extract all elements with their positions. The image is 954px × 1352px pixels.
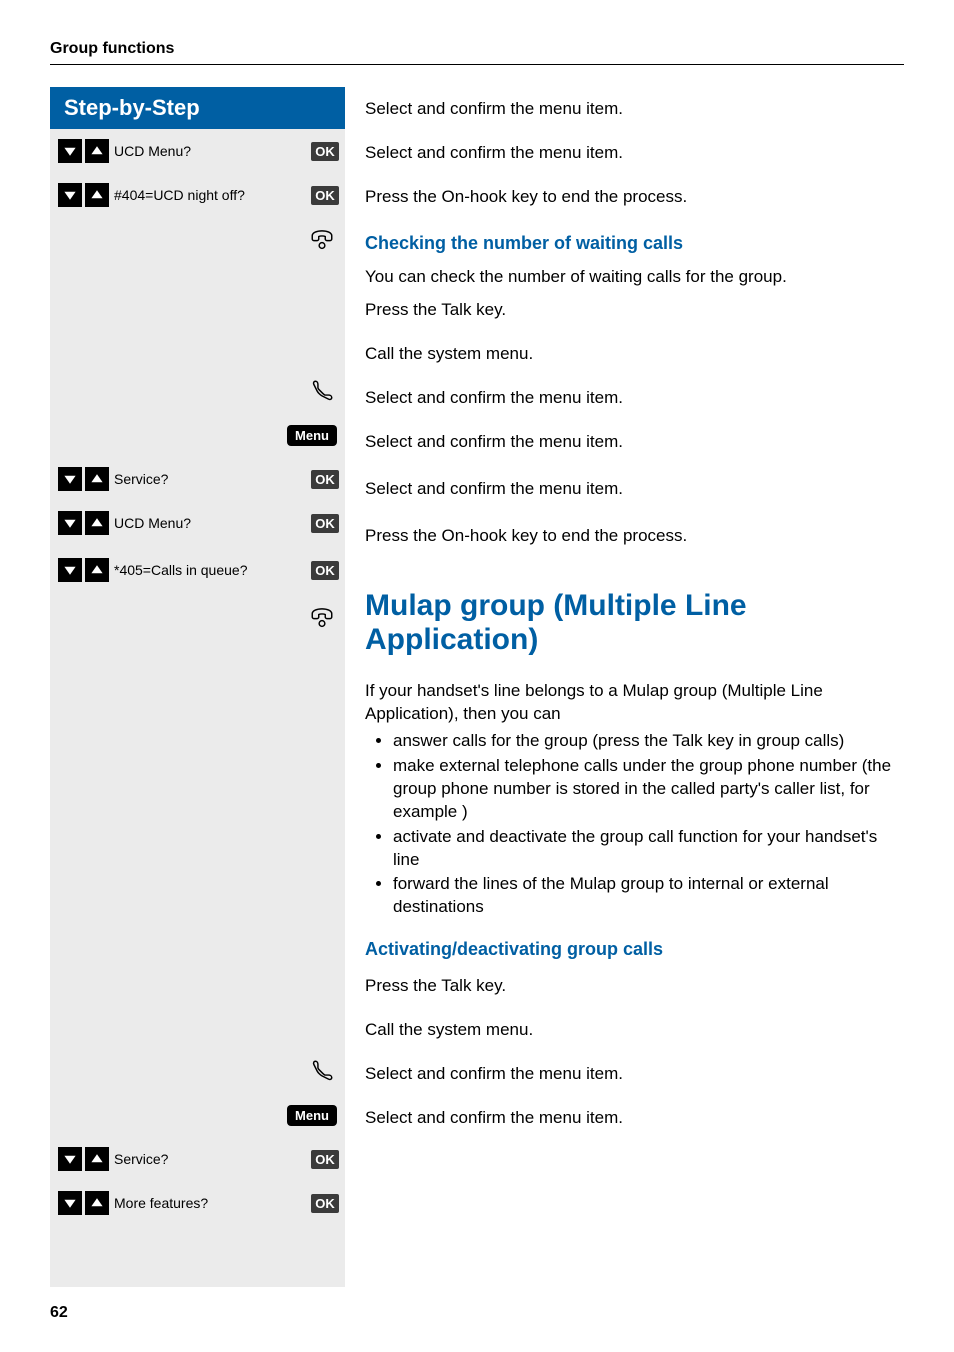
nav-arrows	[58, 467, 114, 491]
feature-list: answer calls for the group (press the Ta…	[365, 730, 904, 920]
step-row: More features? OK	[50, 1181, 345, 1225]
nav-arrows	[58, 183, 114, 207]
instruction-text: You can check the number of waiting call…	[365, 266, 904, 289]
ok-badge: OK	[311, 561, 339, 580]
instruction-text: Call the system menu.	[365, 343, 533, 366]
list-item: make external telephone calls under the …	[393, 755, 904, 824]
menu-badge: Menu	[287, 425, 337, 446]
instruction-text: Select and confirm the menu item.	[365, 478, 623, 501]
arrow-down-icon	[58, 1147, 82, 1171]
instruction-text: Select and confirm the menu item.	[365, 387, 623, 410]
step-label: UCD Menu?	[114, 143, 311, 159]
instruction-text: Press the On-hook key to end the process…	[365, 186, 687, 209]
step-row: UCD Menu? OK	[50, 501, 345, 545]
paragraph: If your handset's line belongs to a Mula…	[365, 680, 904, 726]
nav-arrows	[58, 1147, 114, 1171]
instruction-text: Select and confirm the menu item.	[365, 98, 623, 121]
step-label: UCD Menu?	[114, 515, 311, 531]
step-label: Service?	[114, 471, 311, 487]
arrow-up-icon	[85, 1147, 109, 1171]
step-row	[50, 369, 345, 413]
section-title: Mulap group (Multiple Line Application)	[365, 589, 904, 658]
step-row: UCD Menu? OK	[50, 129, 345, 173]
step-row: #404=UCD night off? OK	[50, 173, 345, 217]
list-item: answer calls for the group (press the Ta…	[393, 730, 904, 753]
ok-badge: OK	[311, 470, 339, 489]
step-row: Menu	[50, 1093, 345, 1137]
talk-key-icon	[307, 378, 337, 404]
instruction-text: Select and confirm the menu item.	[365, 142, 623, 165]
subheading: Activating/deactivating group calls	[365, 939, 904, 960]
page-header: Group functions	[50, 40, 904, 65]
arrow-up-icon	[85, 183, 109, 207]
instruction-text: Press the Talk key.	[365, 975, 506, 998]
arrow-up-icon	[85, 511, 109, 535]
ok-badge: OK	[311, 1150, 339, 1169]
arrow-up-icon	[85, 558, 109, 582]
step-row: *405=Calls in queue? OK	[50, 545, 345, 595]
ok-badge: OK	[311, 186, 339, 205]
step-label: #404=UCD night off?	[114, 187, 311, 203]
arrow-down-icon	[58, 1191, 82, 1215]
step-row: Service? OK	[50, 457, 345, 501]
nav-arrows	[58, 511, 114, 535]
instruction-text: Press the On-hook key to end the process…	[365, 525, 687, 548]
ok-badge: OK	[311, 1194, 339, 1213]
arrow-up-icon	[85, 139, 109, 163]
arrow-down-icon	[58, 511, 82, 535]
arrow-down-icon	[58, 467, 82, 491]
list-item: forward the lines of the Mulap group to …	[393, 873, 904, 919]
on-hook-icon	[307, 604, 337, 630]
nav-arrows	[58, 139, 114, 163]
list-item: activate and deactivate the group call f…	[393, 826, 904, 872]
step-row	[50, 217, 345, 261]
arrow-up-icon	[85, 467, 109, 491]
instruction-text: Press the Talk key.	[365, 299, 506, 322]
nav-arrows	[58, 1191, 114, 1215]
step-label: Service?	[114, 1151, 311, 1167]
ok-badge: OK	[311, 514, 339, 533]
page-number: 62	[50, 1304, 68, 1322]
arrow-down-icon	[58, 558, 82, 582]
on-hook-icon	[307, 226, 337, 252]
step-row	[50, 1049, 345, 1093]
subheading: Checking the number of waiting calls	[365, 233, 904, 254]
arrow-up-icon	[85, 1191, 109, 1215]
arrow-down-icon	[58, 183, 82, 207]
ok-badge: OK	[311, 142, 339, 161]
step-by-step-panel: Step-by-Step UCD Menu? OK #4	[50, 87, 345, 1287]
instruction-text: Select and confirm the menu item.	[365, 1063, 623, 1086]
step-row	[50, 595, 345, 639]
arrow-down-icon	[58, 139, 82, 163]
step-label: *405=Calls in queue?	[114, 562, 311, 578]
instruction-text: Select and confirm the menu item.	[365, 431, 623, 454]
nav-arrows	[58, 558, 114, 582]
step-by-step-title: Step-by-Step	[50, 87, 345, 129]
menu-badge: Menu	[287, 1105, 337, 1126]
talk-key-icon	[307, 1058, 337, 1084]
step-row: Menu	[50, 413, 345, 457]
instruction-text: Call the system menu.	[365, 1019, 533, 1042]
step-row: Service? OK	[50, 1137, 345, 1181]
step-label: More features?	[114, 1195, 311, 1211]
instruction-column: Select and confirm the menu item. Select…	[345, 87, 904, 1287]
instruction-text: Select and confirm the menu item.	[365, 1107, 623, 1130]
